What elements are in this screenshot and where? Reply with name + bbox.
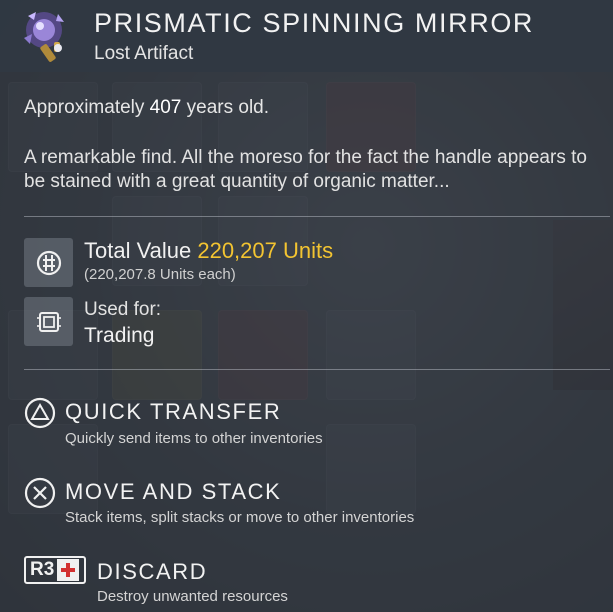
units-currency-icon: [24, 238, 73, 287]
discard-desc: Destroy unwanted resources: [97, 588, 288, 605]
triangle-button-icon: [24, 397, 56, 429]
item-header: PRISMATIC SPINNING MIRROR Lost Artifact: [0, 0, 613, 72]
r3-button-icon: R3: [24, 556, 86, 584]
item-title: PRISMATIC SPINNING MIRROR: [94, 8, 535, 38]
discard-title: DISCARD: [97, 559, 208, 584]
age-prefix: Approximately: [24, 97, 150, 118]
total-value: Total Value 220,207 Units: [84, 238, 333, 264]
age-suffix: years old.: [181, 97, 270, 118]
cross-button-icon: [24, 477, 56, 509]
trade-module-icon: [24, 297, 73, 346]
total-value-label: Total Value: [84, 238, 198, 263]
quick-transfer-title: QUICK TRANSFER: [65, 399, 282, 424]
item-age: Approximately 407 years old.: [24, 97, 269, 119]
item-category: Lost Artifact: [94, 43, 194, 64]
spinning-mirror-artifact-icon: [14, 4, 78, 68]
value-each: (220,207.8 Units each): [84, 266, 236, 283]
used-for-value: Trading: [84, 324, 155, 347]
age-years: 407: [149, 97, 182, 118]
divider: [24, 216, 610, 217]
move-and-stack-desc: Stack items, split stacks or move to oth…: [65, 509, 415, 526]
divider: [24, 369, 610, 370]
quick-transfer-desc: Quickly send items to other inventories: [65, 430, 323, 447]
r3-button-label: R3: [30, 559, 55, 580]
move-and-stack-title: MOVE AND STACK: [65, 479, 282, 504]
item-description: A remarkable find. All the moreso for th…: [24, 147, 587, 192]
total-value-amount: 220,207 Units: [197, 238, 334, 263]
used-for-label: Used for:: [84, 299, 162, 320]
